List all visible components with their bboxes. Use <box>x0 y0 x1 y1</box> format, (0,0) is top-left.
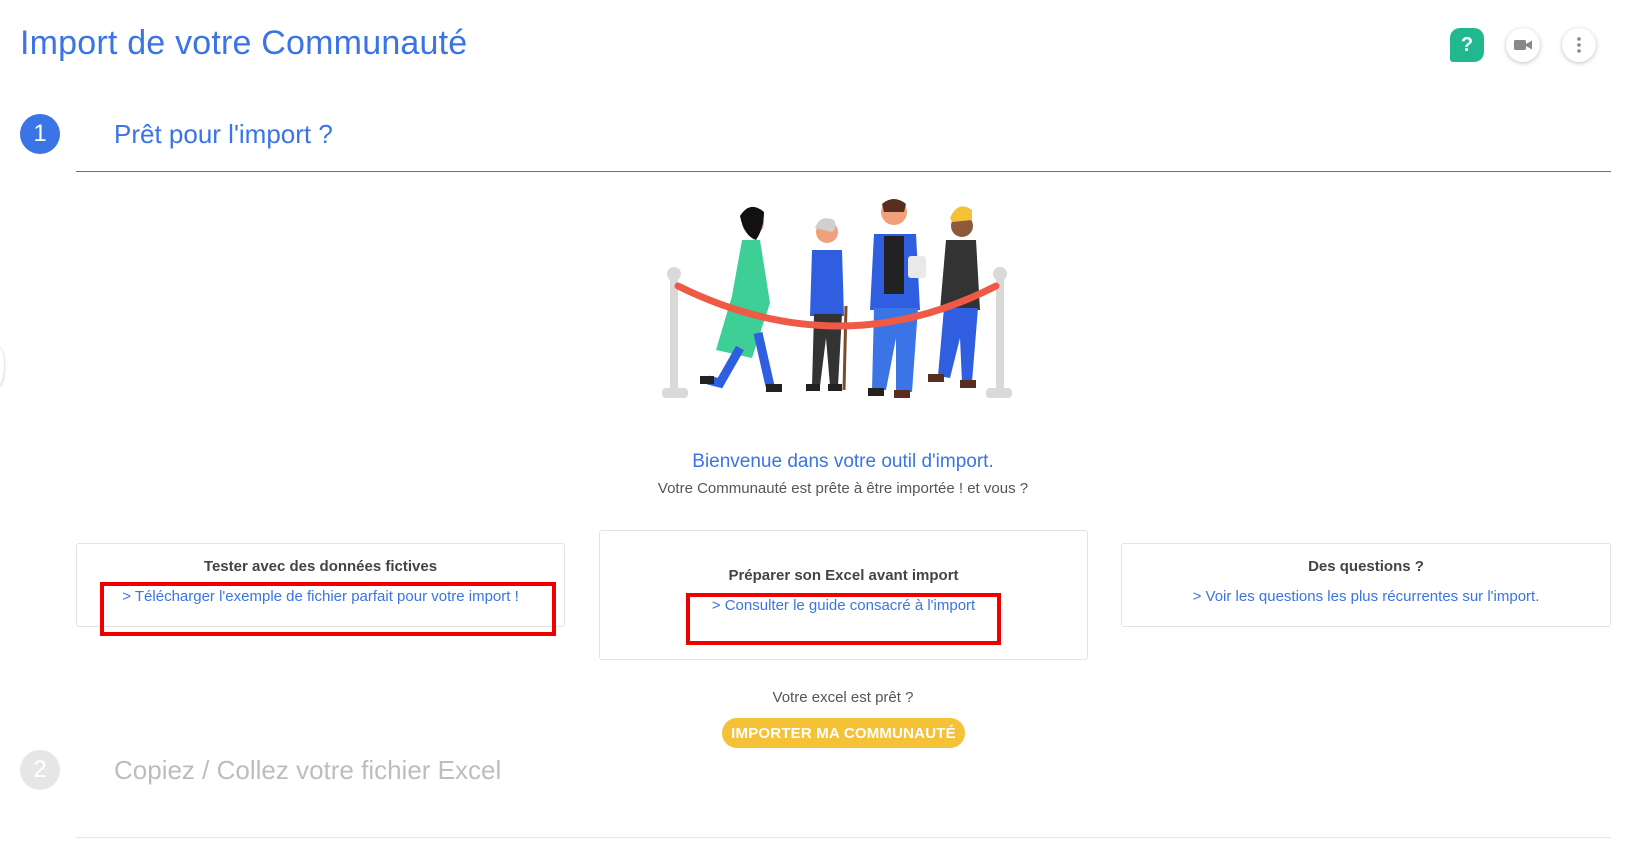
card-title: Préparer son Excel avant import <box>728 567 959 584</box>
more-options-button[interactable] <box>1562 28 1596 62</box>
step-number-badge: 2 <box>20 750 60 790</box>
card-title: Des questions ? <box>1308 558 1424 575</box>
import-community-button[interactable]: IMPORTER MA COMMUNAUTÉ <box>722 718 965 748</box>
step-2-header[interactable]: 2 Copiez / Collez votre fichier Excel <box>20 750 501 790</box>
person-tall-blue-jacket <box>868 199 926 398</box>
queue-illustration <box>662 199 1012 398</box>
download-example-link[interactable]: > Télécharger l'exemple de fichier parfa… <box>77 588 564 605</box>
step-title: Copiez / Collez votre fichier Excel <box>114 754 502 785</box>
faq-link[interactable]: > Voir les questions les plus récurrente… <box>1122 588 1610 605</box>
step-number-badge: 1 <box>20 114 60 154</box>
card-title: Tester avec des données fictives <box>203 558 438 575</box>
step-1-header[interactable]: 1 Prêt pour l'import ? <box>20 114 333 154</box>
step-divider <box>76 171 1611 172</box>
more-vertical-icon <box>1577 37 1581 53</box>
step-divider <box>76 837 1611 838</box>
top-actions: ? <box>1450 28 1596 62</box>
card-prepare-excel: Préparer son Excel avant import > Consul… <box>599 530 1088 660</box>
step-title: Prêt pour l'import ? <box>114 118 333 149</box>
video-button[interactable] <box>1506 28 1540 62</box>
card-test-data: Tester avec des données fictives > Téléc… <box>76 543 565 627</box>
video-camera-icon <box>1514 40 1532 50</box>
welcome-subtitle: Votre Communauté est prête à être import… <box>657 480 1029 497</box>
side-panel-toggle[interactable] <box>0 346 4 386</box>
ready-prompt: Votre excel est prêt ? <box>772 689 914 706</box>
page-title: Import de votre Communauté <box>20 24 468 62</box>
welcome-title: Bienvenue dans votre outil d'import. <box>692 451 994 472</box>
help-button[interactable]: ? <box>1450 28 1484 62</box>
help-icon: ? <box>1460 33 1474 56</box>
import-guide-link[interactable]: > Consulter le guide consacré à l'import <box>600 597 1087 614</box>
person-elderly <box>806 218 848 391</box>
card-questions: Des questions ? > Voir les questions les… <box>1121 543 1611 627</box>
